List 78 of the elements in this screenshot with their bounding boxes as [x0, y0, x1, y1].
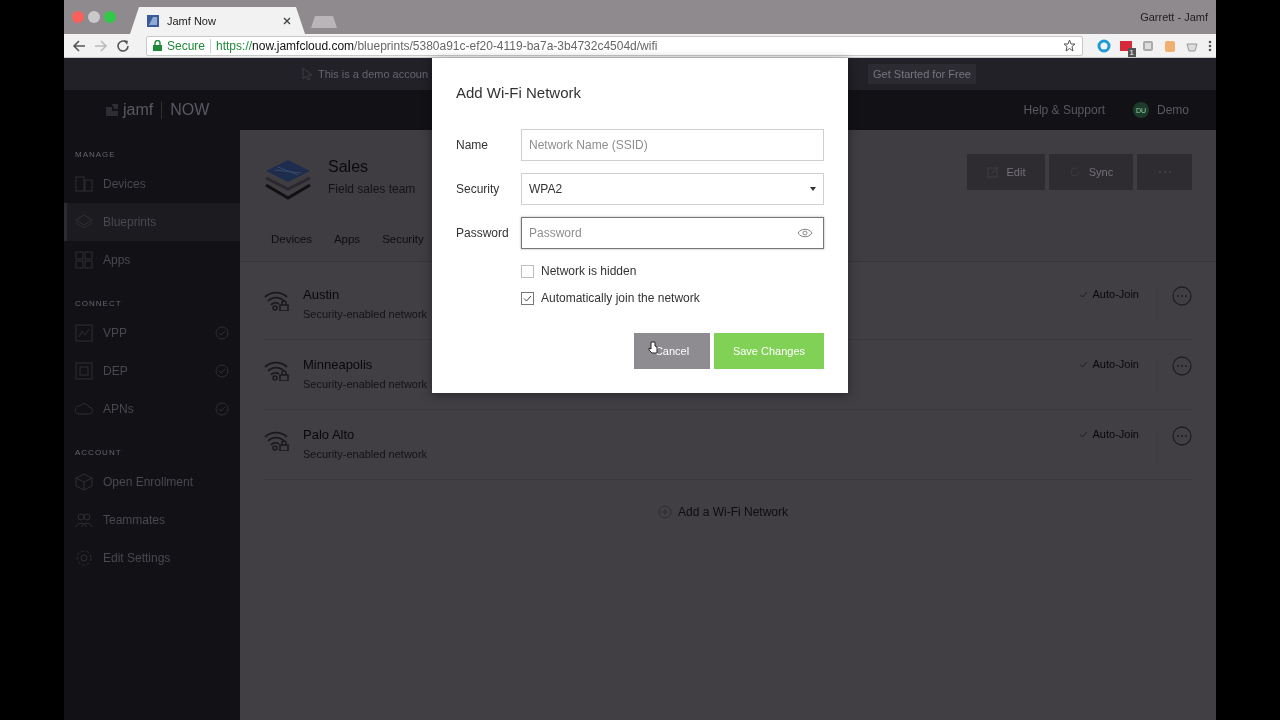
minimize-window-icon[interactable]: [88, 11, 100, 23]
reload-icon[interactable]: [116, 38, 130, 53]
user-name[interactable]: Demo: [1157, 103, 1189, 117]
wifi-lock-icon: [263, 359, 290, 381]
password-field[interactable]: Password: [521, 217, 824, 249]
square-extension-icon[interactable]: [1141, 38, 1155, 53]
close-window-icon[interactable]: [72, 11, 84, 23]
more-circle-icon[interactable]: [1172, 426, 1192, 446]
star-icon[interactable]: [1063, 39, 1076, 52]
get-started-button[interactable]: Get Started for Free: [868, 64, 976, 84]
badge-extension-icon[interactable]: [1119, 38, 1133, 53]
profile-name: Garrett - Jamf: [1140, 11, 1209, 23]
secure-label: Secure: [167, 38, 206, 53]
auto-join-label: Auto-Join: [1092, 358, 1139, 370]
ring-extension-icon[interactable]: [1097, 38, 1111, 53]
sync-button[interactable]: Sync: [1049, 154, 1133, 190]
wifi-lock-icon: [263, 289, 290, 311]
sidebar-item[interactable]: Apps: [64, 241, 240, 279]
lock-icon: [153, 40, 162, 51]
section-heading: CONNECT: [74, 299, 123, 309]
network-name: Minneapolis: [303, 357, 374, 372]
more-circle-icon[interactable]: [1172, 356, 1192, 376]
edit-button[interactable]: Edit: [967, 154, 1045, 190]
more-circle-icon[interactable]: [1172, 286, 1192, 306]
dropdown[interactable]: WPA2: [521, 173, 824, 205]
box-icon: [75, 473, 93, 491]
sidebar-item[interactable]: Devices: [64, 165, 240, 203]
text-field[interactable]: Network Name (SSID): [521, 129, 824, 161]
address-bar[interactable]: Secure https://now.jamfcloud.com/blueprints/5380a91c-ef20-4119-ba7a-3b4732c4504d/wifi: [146, 35, 1083, 56]
demo-notice: This is a demo accoun: [318, 68, 429, 80]
caret-icon: [810, 187, 816, 191]
field-label: Password: [456, 226, 510, 240]
check-icon: [1078, 430, 1088, 438]
help-link[interactable]: Help & Support: [1023, 103, 1105, 117]
field-label: Security: [456, 182, 501, 196]
section-heading: MANAGE: [74, 150, 117, 160]
logo-icon: [105, 103, 119, 117]
sidebar-item[interactable]: Open Enrollment: [64, 463, 240, 501]
back-icon[interactable]: [72, 38, 86, 53]
checkbox-label: Network is hidden: [541, 264, 637, 278]
auto-join-label: Auto-Join: [1092, 428, 1139, 440]
sidebar-item[interactable]: Edit Settings: [64, 539, 240, 577]
dialog-title: Add Wi-Fi Network: [456, 83, 583, 103]
auto-join-label: Auto-Join: [1092, 288, 1139, 300]
wifi-lock-icon: [263, 429, 290, 451]
checkbox[interactable]: [521, 291, 534, 305]
save-button[interactable]: Save Changes: [714, 333, 824, 369]
checkbox-label: Automatically join the network: [541, 291, 700, 305]
zoom-window-icon[interactable]: [104, 11, 116, 23]
page-favicon: [146, 13, 160, 28]
checkmark-icon: [523, 294, 532, 302]
eye-icon[interactable]: [797, 228, 813, 238]
checkbox[interactable]: [521, 264, 534, 278]
section-heading: ACCOUNT: [74, 448, 123, 458]
forward-icon[interactable]: [94, 38, 108, 53]
network-name: Palo Alto: [303, 427, 356, 442]
logo-suffix: NOW: [170, 101, 210, 119]
hand-cursor-icon: [648, 341, 658, 354]
network-name: Austin: [303, 287, 341, 302]
sidebar-item[interactable]: APNs: [64, 390, 240, 428]
sidebar-item[interactable]: DEP: [64, 352, 240, 390]
url-text: https://now.jamfcloud.com/blueprints/5380a91c-ef20-4119-ba7a-3b4732c4504d/wifi: [216, 38, 658, 53]
new-tab-icon[interactable]: [311, 16, 337, 28]
close-icon[interactable]: [283, 16, 291, 25]
menu-icon[interactable]: [1207, 38, 1213, 53]
cursor-icon: [302, 67, 312, 81]
people-icon: [75, 511, 93, 529]
sidebar-item[interactable]: Teammates: [64, 501, 240, 539]
browser-tab[interactable]: Jamf Now: [130, 7, 305, 34]
check-icon: [1078, 290, 1088, 298]
logo-wordmark: jamf: [123, 101, 154, 119]
extension-badge: 1: [1127, 47, 1136, 57]
sidebar-item[interactable]: VPP: [64, 314, 240, 352]
check-icon: [1078, 360, 1088, 368]
field-label: Name: [456, 138, 489, 152]
gear-icon: [75, 549, 93, 567]
cloud-icon: [75, 400, 93, 418]
chart-icon: [75, 324, 93, 342]
